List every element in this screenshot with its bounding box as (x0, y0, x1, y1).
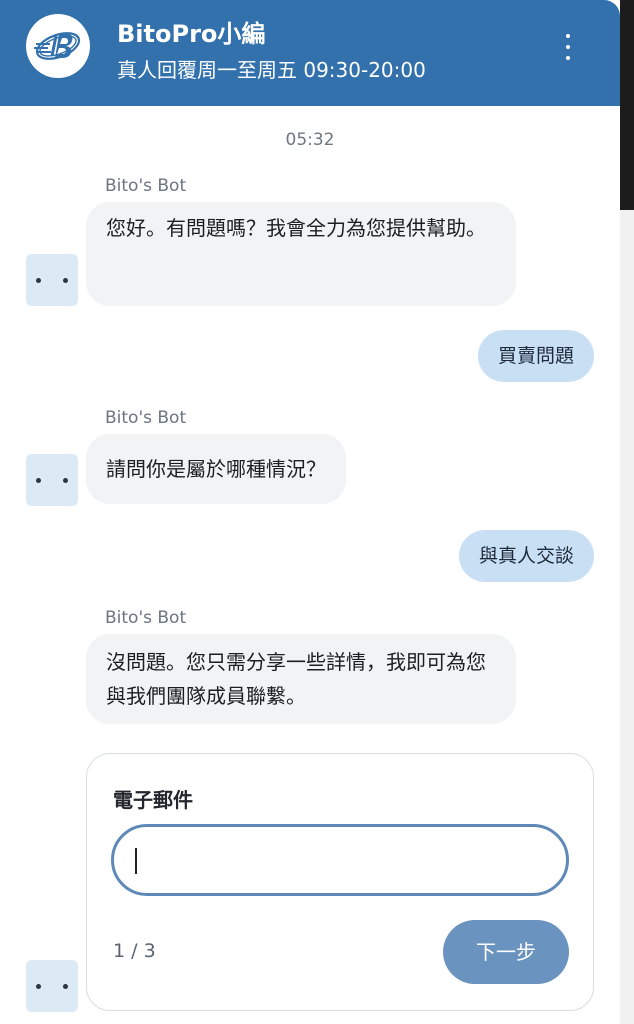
bot-avatar (26, 254, 78, 306)
bot-message: 您好。有問題嗎？我會全力為您提供幫助。 (86, 202, 516, 306)
bot-message: 請問你是屬於哪種情況？ (86, 434, 346, 504)
page-scrollbar-track (620, 210, 634, 1024)
email-form-card: 電子郵件 1 / 3 下一步 (86, 753, 594, 1011)
agent-name: BitoPro小編 (117, 20, 266, 48)
email-label: 電子郵件 (113, 788, 193, 812)
user-message: 買賣問題 (477, 330, 594, 382)
bot-message: 沒問題。您只需分享一些詳情，我即可為您與我們團隊成員聯繫。 (86, 634, 516, 724)
more-vertical-icon[interactable] (555, 30, 581, 64)
bitopro-logo-icon (34, 32, 81, 60)
sender-name: Bito's Bot (105, 608, 187, 628)
sender-name: Bito's Bot (105, 176, 187, 196)
chat-widget-screen: BitoPro小編 真人回覆周一至周五 09:30-20:00 05:32 Bi… (0, 0, 634, 1024)
bot-avatar (26, 960, 78, 1012)
chat-header: BitoPro小編 真人回覆周一至周五 09:30-20:00 (0, 0, 620, 106)
bitopro-logo (26, 14, 90, 78)
service-hours: 真人回覆周一至周五 09:30-20:00 (117, 58, 426, 82)
message-timestamp: 05:32 (285, 130, 335, 150)
user-message: 與真人交談 (458, 530, 594, 582)
step-indicator: 1 / 3 (113, 940, 156, 962)
chat-window: BitoPro小編 真人回覆周一至周五 09:30-20:00 05:32 Bi… (0, 0, 620, 1024)
bot-avatar (26, 454, 78, 506)
sender-name: Bito's Bot (105, 408, 187, 428)
email-input[interactable] (111, 824, 569, 896)
next-step-button[interactable]: 下一步 (443, 920, 569, 984)
text-cursor (135, 848, 137, 874)
